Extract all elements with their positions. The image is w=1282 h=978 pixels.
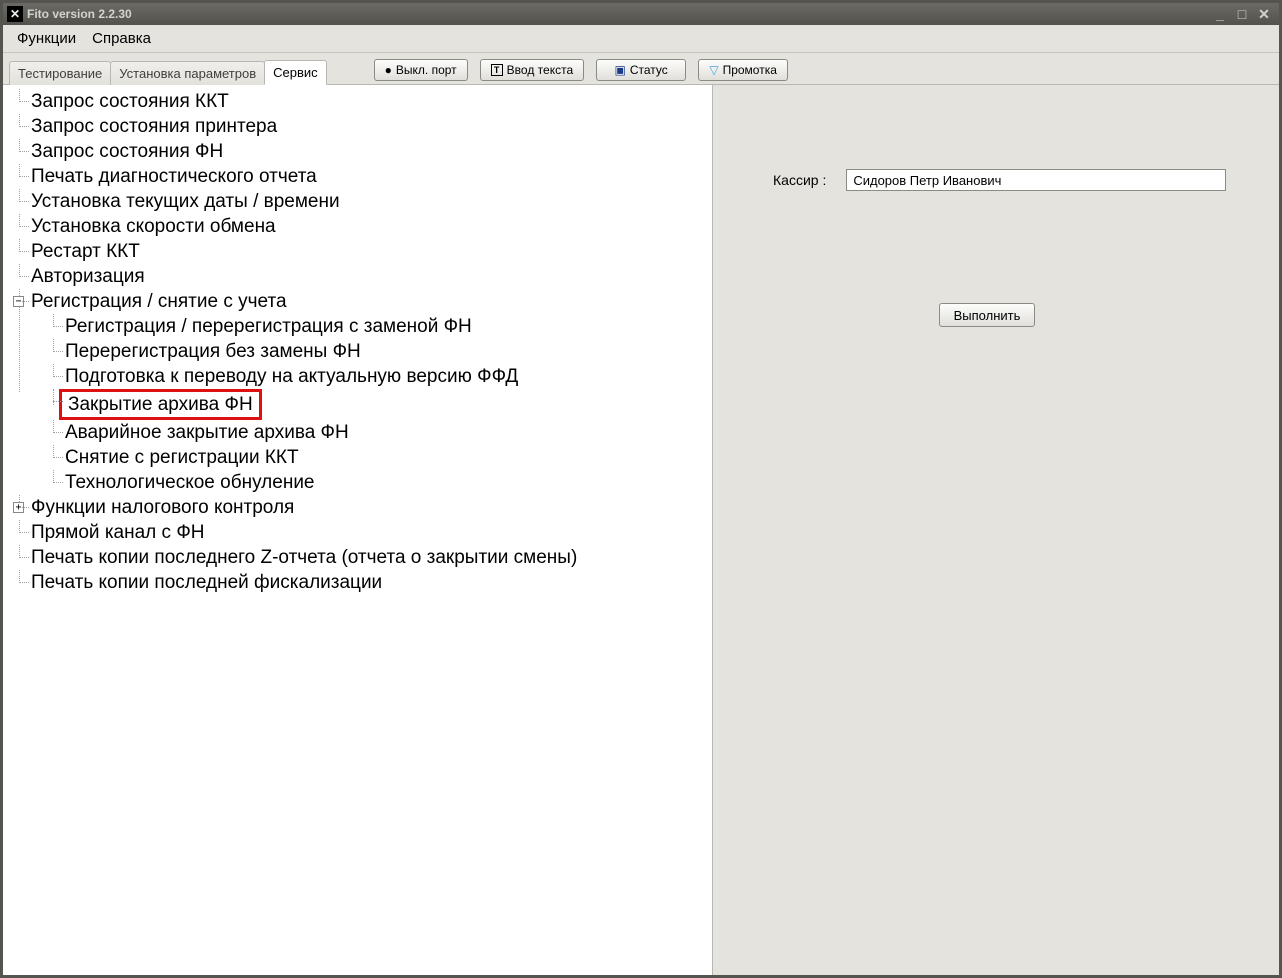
tab-service[interactable]: Сервис (264, 60, 327, 85)
text-icon: T (491, 64, 503, 76)
tree-item[interactable]: Снятие с регистрации ККТ (47, 445, 710, 470)
tree-item-label: Технологическое обнуление (65, 472, 315, 493)
collapse-icon[interactable]: − (13, 296, 24, 307)
tree-item-label: Печать копии последнего Z-отчета (отчета… (31, 547, 577, 568)
scroll-icon: ▽ (709, 63, 718, 77)
tree-item[interactable]: Прямой канал с ФН (13, 520, 710, 545)
tree-item[interactable]: Закрытие архива ФН (47, 389, 710, 420)
expand-icon[interactable]: + (13, 502, 24, 513)
window-title: Fito version 2.2.30 (27, 7, 1213, 21)
tree-item-label: Закрытие архива ФН (59, 389, 262, 420)
tree-item-label: Запрос состояния принтера (31, 116, 277, 137)
execute-label: Выполнить (954, 308, 1021, 323)
status-button[interactable]: ▣ Статус (596, 59, 686, 81)
service-tree: Запрос состояния ККТ Запрос состояния при… (13, 89, 710, 595)
tree-item-label: Запрос состояния ФН (31, 141, 223, 162)
tree-item[interactable]: Печать копии последней фискализации (13, 570, 710, 595)
tree-item[interactable]: Печать диагностического отчета (13, 164, 710, 189)
button-label: Промотка (723, 63, 777, 77)
tree-panel: Запрос состояния ККТ Запрос состояния при… (3, 85, 713, 975)
tree-item-label: Регистрация / снятие с учета (31, 291, 287, 312)
tree-item-label: Установка скорости обмена (31, 216, 276, 237)
tree-item[interactable]: Технологическое обнуление (47, 470, 710, 495)
menu-help[interactable]: Справка (86, 26, 157, 51)
content-area: Запрос состояния ККТ Запрос состояния при… (3, 85, 1279, 975)
tree-item[interactable]: Регистрация / перерегистрация с заменой … (47, 314, 710, 339)
tree-item-label: Аварийное закрытие архива ФН (65, 422, 349, 443)
tree-item[interactable]: Запрос состояния ККТ (13, 89, 710, 114)
tree-item[interactable]: −Регистрация / снятие с учета Регистрация… (13, 289, 710, 495)
tab-testing[interactable]: Тестирование (9, 61, 111, 85)
tree-item[interactable]: Аварийное закрытие архива ФН (47, 420, 710, 445)
tree-item[interactable]: Перерегистрация без замены ФН (47, 339, 710, 364)
cashier-label: Кассир : (773, 172, 826, 188)
tree-item-label: Прямой канал с ФН (31, 522, 205, 543)
titlebar: ✕ Fito version 2.2.30 _ □ ✕ (3, 3, 1279, 25)
tree-item[interactable]: Печать копии последнего Z-отчета (отчета… (13, 545, 710, 570)
cashier-input[interactable] (846, 169, 1226, 191)
tree-item[interactable]: Подготовка к переводу на актуальную верс… (47, 364, 710, 389)
tree-item[interactable]: + Функции налогового контроля (13, 495, 710, 520)
button-label: Статус (630, 63, 668, 77)
tree-item-label: Установка текущих даты / времени (31, 191, 340, 212)
feed-button[interactable]: ▽ Промотка (698, 59, 788, 81)
maximize-button[interactable]: □ (1235, 7, 1249, 21)
tree-item-label: Функции налогового контроля (31, 497, 294, 518)
tree-item-label: Авторизация (31, 266, 145, 287)
button-label: Ввод текста (507, 63, 573, 77)
right-panel: Кассир : Выполнить (713, 85, 1279, 975)
menubar: Функции Справка (3, 25, 1279, 53)
menu-functions[interactable]: Функции (11, 26, 82, 51)
toggle-port-button[interactable]: ● Выкл. порт (374, 59, 468, 81)
topbar: Тестирование Установка параметров Сервис… (3, 53, 1279, 85)
app-window: ✕ Fito version 2.2.30 _ □ ✕ Функции Спра… (0, 0, 1282, 978)
tree-item[interactable]: Установка текущих даты / времени (13, 189, 710, 214)
tree-item-label: Рестарт ККТ (31, 241, 140, 262)
tree-item-label: Подготовка к переводу на актуальную верс… (65, 366, 518, 387)
tree-item-label: Регистрация / перерегистрация с заменой … (65, 316, 472, 337)
toolbar: ● Выкл. порт T Ввод текста ▣ Статус ▽ Пр… (374, 55, 788, 84)
tab-params[interactable]: Установка параметров (110, 61, 265, 85)
tree-item-label: Запрос состояния ККТ (31, 91, 229, 112)
tab-strip: Тестирование Установка параметров Сервис (9, 55, 326, 84)
cashier-row: Кассир : (773, 169, 1226, 191)
execute-button[interactable]: Выполнить (939, 303, 1035, 327)
tree-item-label: Печать диагностического отчета (31, 166, 317, 187)
tree-item[interactable]: Рестарт ККТ (13, 239, 710, 264)
tree-item-label: Печать копии последней фискализации (31, 572, 382, 593)
minimize-button[interactable]: _ (1213, 7, 1227, 21)
tree-item[interactable]: Запрос состояния принтера (13, 114, 710, 139)
text-input-button[interactable]: T Ввод текста (480, 59, 584, 81)
tree-item-label: Перерегистрация без замены ФН (65, 341, 361, 362)
tree-item-label: Снятие с регистрации ККТ (65, 447, 299, 468)
tree-item[interactable]: Авторизация (13, 264, 710, 289)
tree-item[interactable]: Установка скорости обмена (13, 214, 710, 239)
monitor-icon: ▣ (614, 63, 625, 77)
button-label: Выкл. порт (396, 63, 457, 77)
app-icon: ✕ (7, 6, 23, 22)
tree-item[interactable]: Запрос состояния ФН (13, 139, 710, 164)
power-icon: ● (385, 63, 392, 77)
close-button[interactable]: ✕ (1257, 7, 1271, 21)
